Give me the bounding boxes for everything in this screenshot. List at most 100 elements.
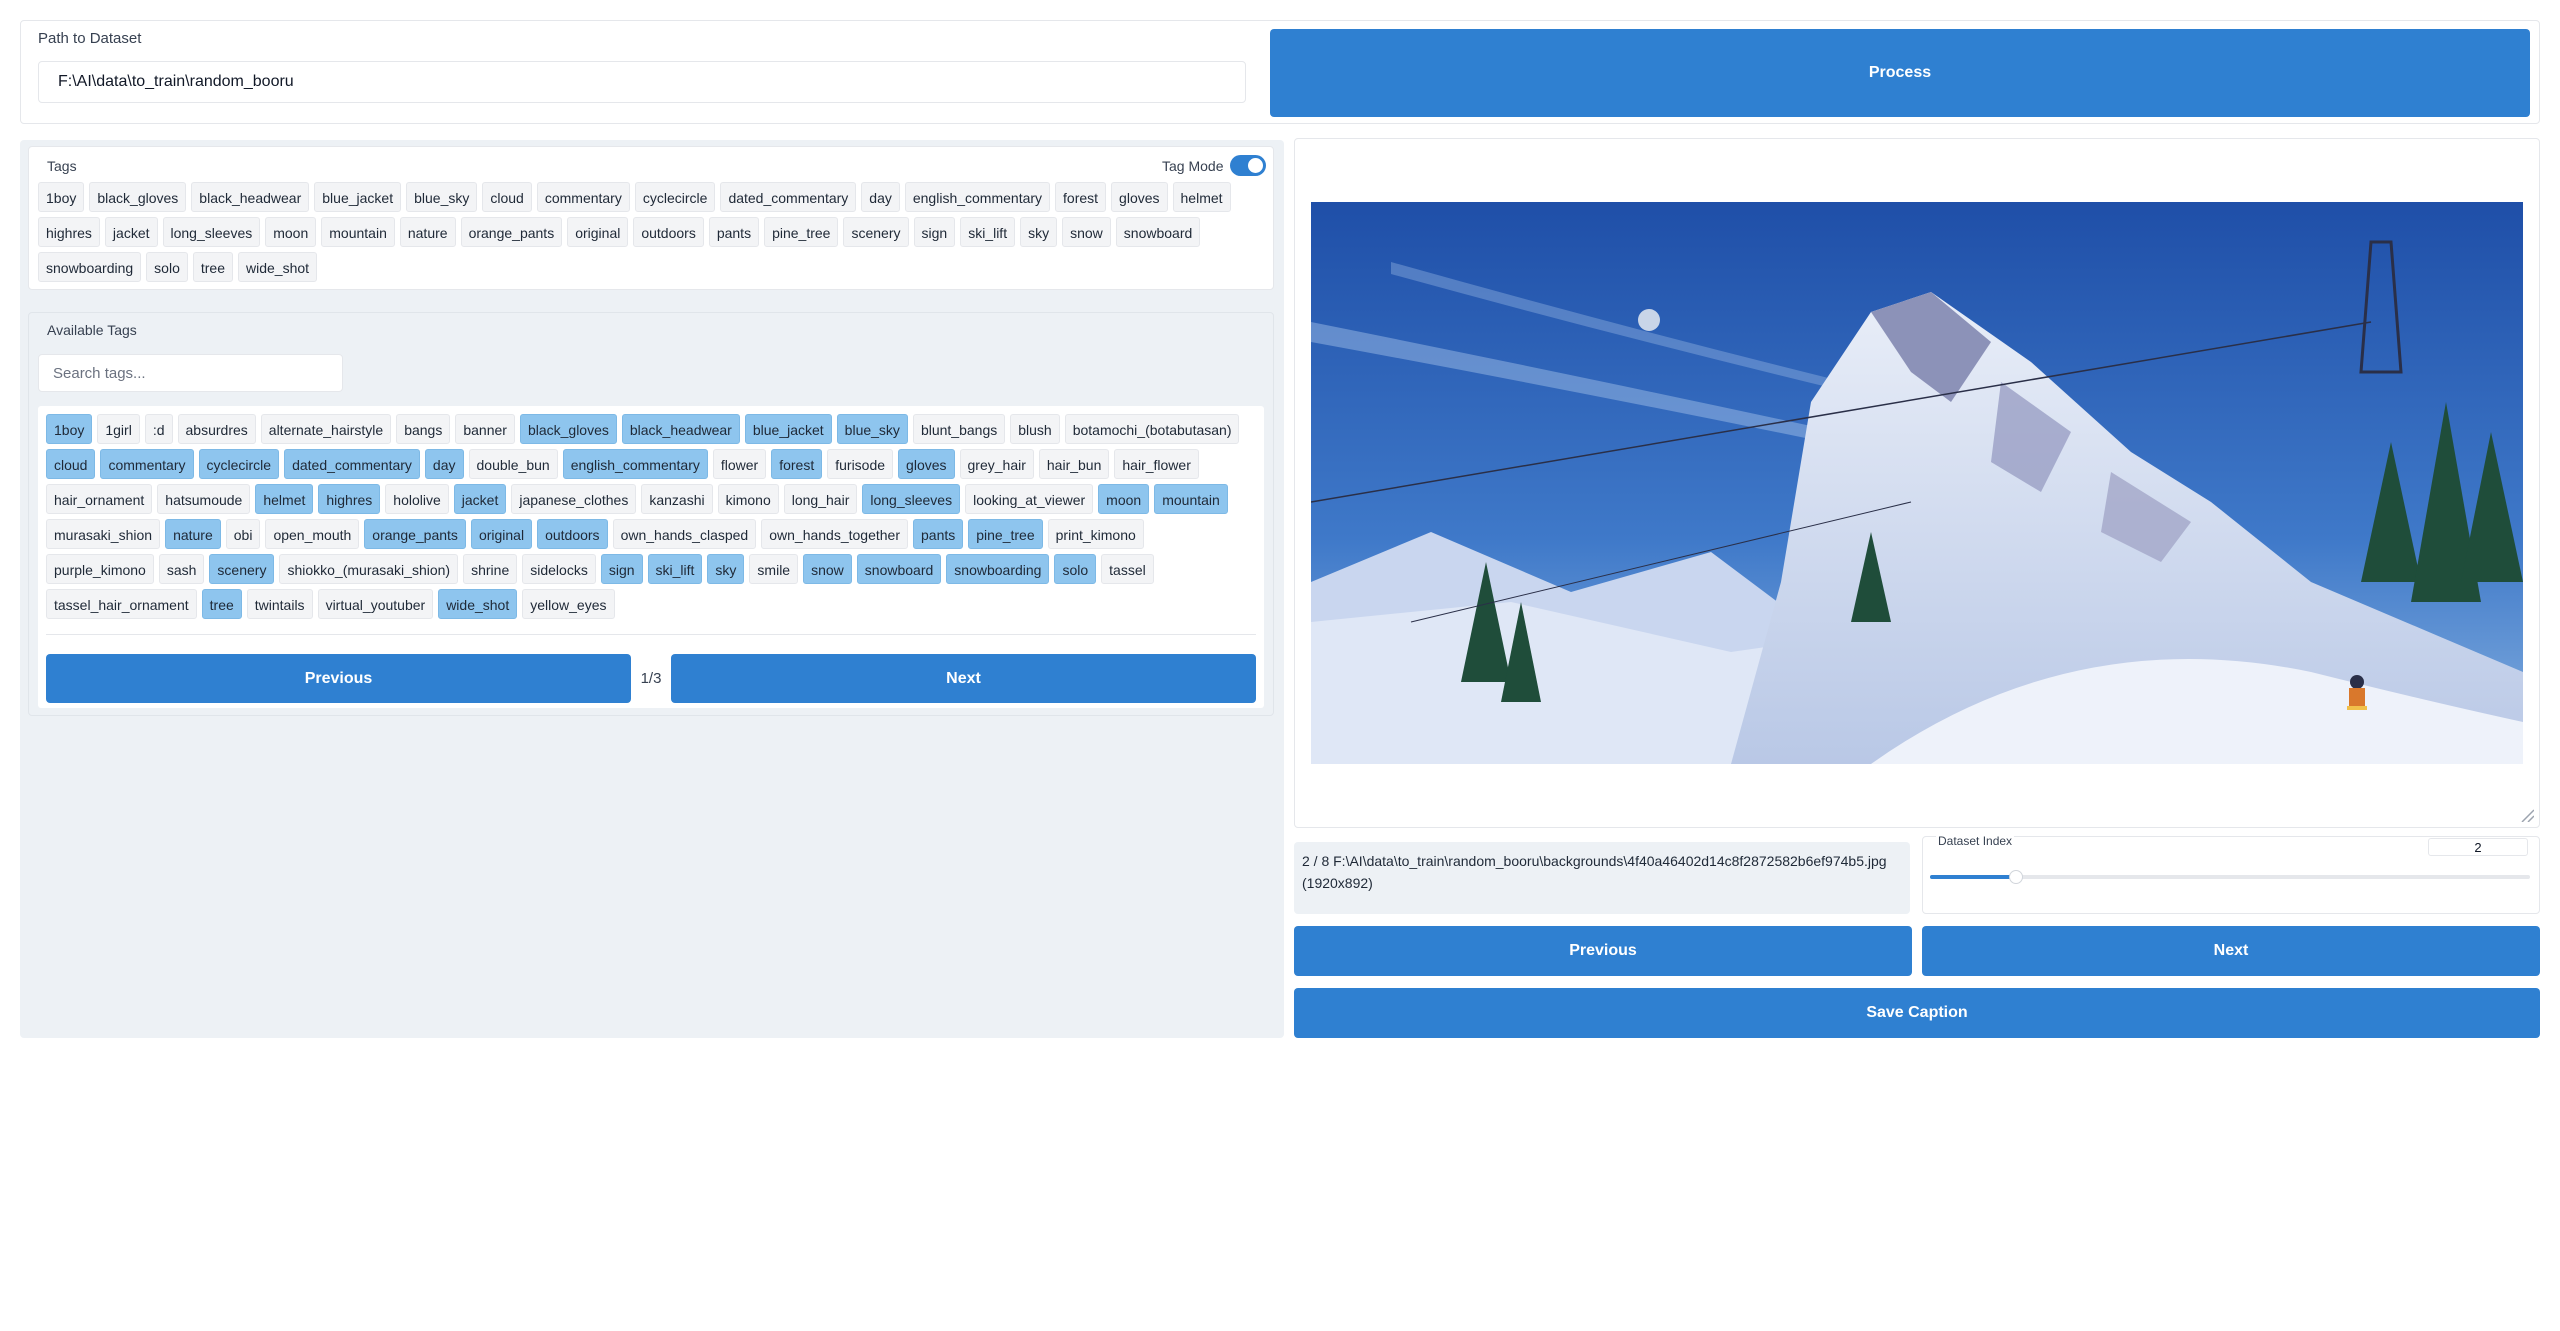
available-tag-chip[interactable]: blue_sky <box>836 414 908 444</box>
available-tag-chip[interactable]: hair_bun <box>1038 449 1110 479</box>
tag-chip[interactable]: 1boy <box>38 182 85 212</box>
available-tag-chip[interactable]: shrine <box>463 554 518 584</box>
available-tag-chip[interactable]: own_hands_together <box>761 519 908 549</box>
available-tag-chip[interactable]: long_sleeves <box>862 484 961 514</box>
available-tag-chip[interactable]: absurdres <box>177 414 256 444</box>
tag-mode-toggle[interactable] <box>1230 155 1266 176</box>
available-tag-chip[interactable]: dated_commentary <box>284 449 420 479</box>
image-previous-button[interactable]: Previous <box>1294 926 1912 976</box>
available-tag-chip[interactable]: obi <box>225 519 261 549</box>
available-tag-chip[interactable]: gloves <box>898 449 955 479</box>
tag-chip[interactable]: gloves <box>1111 182 1168 212</box>
tag-chip[interactable]: original <box>567 217 629 247</box>
available-tag-chip[interactable]: black_gloves <box>519 414 617 444</box>
tag-chip[interactable]: orange_pants <box>460 217 563 247</box>
available-tag-chip[interactable]: bangs <box>396 414 451 444</box>
available-tag-chip[interactable]: sky <box>707 554 745 584</box>
available-tag-chip[interactable]: outdoors <box>537 519 608 549</box>
tag-chip[interactable]: long_sleeves <box>162 217 261 247</box>
available-tag-chip[interactable]: grey_hair <box>959 449 1034 479</box>
tag-chip[interactable]: cloud <box>482 182 532 212</box>
tag-chip[interactable]: mountain <box>321 217 395 247</box>
available-tag-chip[interactable]: kanzashi <box>641 484 713 514</box>
tag-chip[interactable]: snowboard <box>1115 217 1201 247</box>
process-button[interactable]: Process <box>1270 29 2530 117</box>
available-tag-chip[interactable]: cloud <box>46 449 96 479</box>
available-tag-chip[interactable]: helmet <box>255 484 314 514</box>
tag-chip[interactable]: day <box>861 182 900 212</box>
image-next-button[interactable]: Next <box>1922 926 2540 976</box>
available-tag-chip[interactable]: commentary <box>100 449 194 479</box>
available-tag-chip[interactable]: ski_lift <box>647 554 703 584</box>
available-tag-chip[interactable]: blue_jacket <box>744 414 832 444</box>
search-tags-input[interactable] <box>38 354 343 392</box>
available-tag-chip[interactable]: black_headwear <box>621 414 740 444</box>
available-tag-chip[interactable]: 1boy <box>46 414 93 444</box>
available-tag-chip[interactable]: double_bun <box>468 449 558 479</box>
tag-chip[interactable]: snow <box>1062 217 1111 247</box>
available-tag-chip[interactable]: alternate_hairstyle <box>260 414 392 444</box>
available-tag-chip[interactable]: highres <box>318 484 381 514</box>
available-tag-chip[interactable]: moon <box>1098 484 1150 514</box>
available-tag-chip[interactable]: print_kimono <box>1047 519 1144 549</box>
tag-chip[interactable]: english_commentary <box>904 182 1051 212</box>
tag-chip[interactable]: blue_sky <box>406 182 478 212</box>
available-tag-chip[interactable]: yellow_eyes <box>522 589 615 619</box>
tag-chip[interactable]: sign <box>913 217 956 247</box>
available-tag-chip[interactable]: banner <box>455 414 515 444</box>
tags-previous-button[interactable]: Previous <box>46 654 631 703</box>
tag-chip[interactable]: pine_tree <box>764 217 839 247</box>
available-tag-chip[interactable]: scenery <box>209 554 275 584</box>
tag-chip[interactable]: wide_shot <box>237 252 318 282</box>
tag-chip[interactable]: scenery <box>843 217 909 247</box>
available-tag-chip[interactable]: snowboard <box>856 554 942 584</box>
available-tag-chip[interactable]: pants <box>913 519 964 549</box>
available-tag-chip[interactable]: :d <box>144 414 173 444</box>
tag-chip[interactable]: moon <box>265 217 317 247</box>
available-tag-chip[interactable]: sign <box>600 554 643 584</box>
available-tag-chip[interactable]: tree <box>201 589 242 619</box>
available-tag-chip[interactable]: virtual_youtuber <box>317 589 434 619</box>
available-tag-chip[interactable]: shiokko_(murasaki_shion) <box>279 554 459 584</box>
tag-chip[interactable]: highres <box>38 217 100 247</box>
available-tag-chip[interactable]: long_hair <box>783 484 858 514</box>
available-tag-chip[interactable]: day <box>424 449 464 479</box>
available-tag-chip[interactable]: open_mouth <box>265 519 360 549</box>
available-tag-chip[interactable]: botamochi_(botabutasan) <box>1064 414 1240 444</box>
available-tag-chip[interactable]: blunt_bangs <box>912 414 1006 444</box>
available-tag-chip[interactable]: cyclecircle <box>198 449 280 479</box>
available-tag-chip[interactable]: hair_ornament <box>46 484 153 514</box>
tag-chip[interactable]: dated_commentary <box>720 182 857 212</box>
tag-chip[interactable]: tree <box>192 252 233 282</box>
available-tag-chip[interactable]: hair_flower <box>1114 449 1199 479</box>
available-tag-chip[interactable]: flower <box>712 449 767 479</box>
tag-chip[interactable]: solo <box>146 252 188 282</box>
available-tag-chip[interactable]: wide_shot <box>438 589 518 619</box>
available-tag-chip[interactable]: tassel <box>1101 554 1154 584</box>
tag-chip[interactable]: nature <box>399 217 456 247</box>
available-tag-chip[interactable]: hololive <box>385 484 449 514</box>
tag-chip[interactable]: cyclecircle <box>634 182 716 212</box>
tag-chip[interactable]: outdoors <box>633 217 704 247</box>
available-tag-chip[interactable]: sash <box>158 554 205 584</box>
tag-chip[interactable]: jacket <box>104 217 158 247</box>
available-tag-chip[interactable]: japanese_clothes <box>511 484 637 514</box>
available-tag-chip[interactable]: snowboarding <box>946 554 1050 584</box>
slider-thumb[interactable] <box>2009 870 2023 884</box>
available-tag-chip[interactable]: twintails <box>246 589 313 619</box>
available-tag-chip[interactable]: blush <box>1010 414 1060 444</box>
tag-chip[interactable]: sky <box>1020 217 1058 247</box>
available-tag-chip[interactable]: jacket <box>453 484 507 514</box>
available-tag-chip[interactable]: pine_tree <box>968 519 1043 549</box>
tag-chip[interactable]: black_gloves <box>89 182 187 212</box>
available-tag-chip[interactable]: solo <box>1054 554 1097 584</box>
available-tag-chip[interactable]: english_commentary <box>562 449 708 479</box>
available-tag-chip[interactable]: kimono <box>717 484 779 514</box>
available-tag-chip[interactable]: original <box>470 519 533 549</box>
tag-chip[interactable]: black_headwear <box>191 182 310 212</box>
available-tag-chip[interactable]: murasaki_shion <box>46 519 161 549</box>
available-tag-chip[interactable]: snow <box>803 554 852 584</box>
available-tag-chip[interactable]: tassel_hair_ornament <box>46 589 197 619</box>
available-tag-chip[interactable]: 1girl <box>97 414 140 444</box>
save-caption-button[interactable]: Save Caption <box>1294 988 2540 1038</box>
